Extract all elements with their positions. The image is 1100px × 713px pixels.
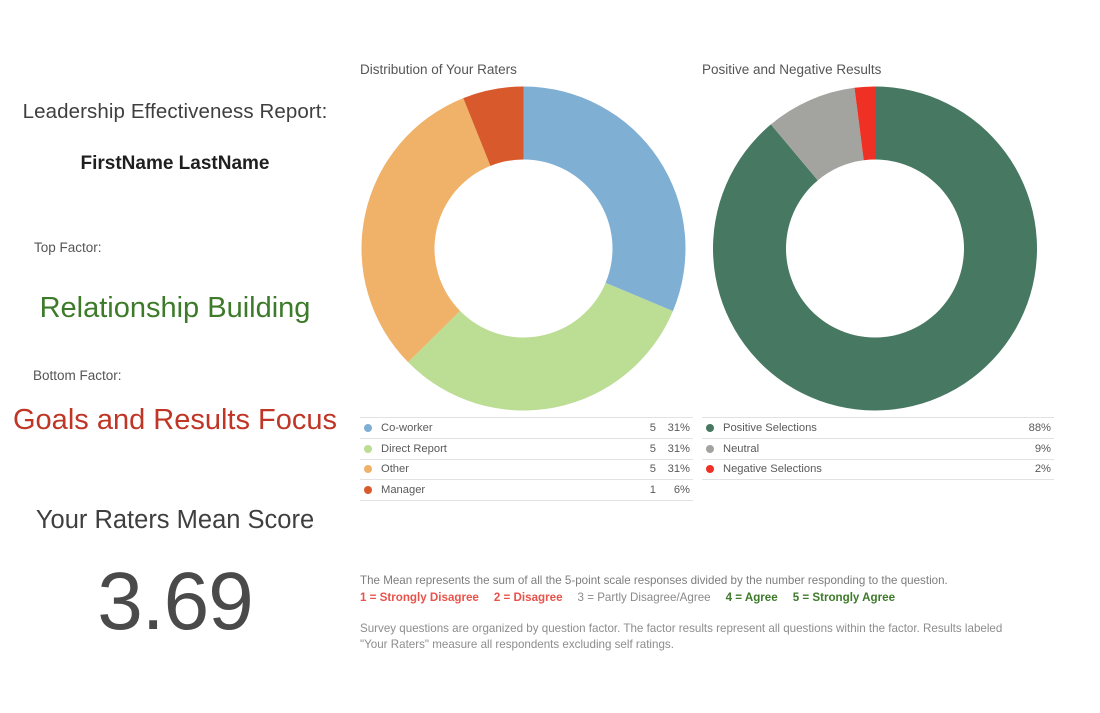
chart-title: Positive and Negative Results bbox=[702, 62, 882, 77]
legend-color-dot-icon bbox=[364, 486, 372, 495]
legend-label: Positive Selections bbox=[723, 421, 817, 434]
donut-svg-results bbox=[712, 86, 1037, 411]
legend-row: Positive Selections 88% bbox=[702, 418, 1054, 439]
mean-explanation: The Mean represents the sum of all the 5… bbox=[360, 574, 948, 587]
legend-percent: 2% bbox=[1034, 463, 1051, 476]
subject-name: FirstName LastName bbox=[80, 153, 270, 174]
legend-row: Co-worker 5 31% bbox=[360, 418, 693, 439]
legend-label: Manager bbox=[381, 484, 426, 497]
bottom-factor-value: Goals and Results Focus bbox=[13, 404, 337, 436]
scale-item: 5 = Strongly Agree bbox=[792, 590, 896, 604]
legend-color-dot-icon bbox=[706, 444, 714, 453]
report-title: Leadership Effectiveness Report: bbox=[22, 100, 328, 123]
legend-row: Direct Report 5 31% bbox=[360, 439, 693, 460]
donut-segment bbox=[712, 86, 1037, 411]
donut-svg-raters bbox=[361, 86, 686, 411]
chart-legend-raters: Co-worker 5 31% Direct Report 5 31% Other 5 31% M… bbox=[360, 417, 693, 502]
mean-score-label: Your Raters Mean Score bbox=[35, 506, 315, 534]
legend-color-dot-icon bbox=[364, 423, 372, 432]
legend-percent: 6% bbox=[673, 484, 690, 497]
legend-label: Direct Report bbox=[381, 442, 447, 455]
donut-segment bbox=[523, 86, 686, 312]
survey-explanation: Survey questions are organized by questi… bbox=[360, 622, 1003, 651]
rating-scale-legend: 1 = Strongly Disagree 2 = Disagree 3 = Par… bbox=[360, 590, 1025, 606]
leadership-report-page: { "report": { "title": "Leadership Effec… bbox=[0, 0, 1100, 713]
report-summary-panel: Leadership Effectiveness Report: FirstNa… bbox=[0, 0, 350, 713]
legend-percent: 9% bbox=[1034, 442, 1051, 455]
legend-color-dot-icon bbox=[706, 465, 714, 474]
legend-count: 5 bbox=[649, 442, 656, 455]
legend-count: 5 bbox=[649, 463, 656, 476]
legend-count: 5 bbox=[649, 421, 656, 434]
top-factor-value: Relationship Building bbox=[39, 292, 311, 324]
scale-item: 4 = Agree bbox=[725, 590, 778, 604]
donut-chart-results bbox=[699, 86, 1051, 411]
legend-percent: 31% bbox=[667, 421, 690, 434]
legend-color-dot-icon bbox=[364, 444, 372, 453]
donut-chart-raters bbox=[357, 86, 690, 411]
legend-row: Negative Selections 2% bbox=[702, 460, 1054, 481]
legend-color-dot-icon bbox=[364, 465, 372, 474]
legend-label: Neutral bbox=[723, 442, 760, 455]
legend-label: Co-worker bbox=[381, 421, 433, 434]
top-factor-label: Top Factor: bbox=[34, 240, 102, 255]
legend-percent: 88% bbox=[1028, 421, 1051, 434]
chart-legend-results: Positive Selections 88% Neutral 9% Negative … bbox=[702, 417, 1054, 481]
legend-count: 1 bbox=[649, 484, 656, 497]
legend-color-dot-icon bbox=[706, 423, 714, 432]
bottom-factor-label: Bottom Factor: bbox=[33, 368, 122, 383]
legend-label: Negative Selections bbox=[723, 463, 822, 476]
legend-percent: 31% bbox=[667, 442, 690, 455]
scale-item: 3 = Partly Disagree/Agree bbox=[577, 590, 711, 604]
legend-row: Manager 1 6% bbox=[360, 480, 693, 502]
chart-title: Distribution of Your Raters bbox=[360, 62, 517, 77]
footnotes: The Mean represents the sum of all the 5… bbox=[360, 573, 1025, 652]
scale-item: 2 = Disagree bbox=[493, 590, 563, 604]
scale-item: 1 = Strongly Disagree bbox=[360, 590, 479, 604]
legend-percent: 31% bbox=[667, 463, 690, 476]
legend-row: Other 5 31% bbox=[360, 460, 693, 481]
mean-score-value: 3.69 bbox=[97, 556, 254, 647]
legend-row: Neutral 9% bbox=[702, 439, 1054, 460]
legend-label: Other bbox=[381, 463, 409, 476]
